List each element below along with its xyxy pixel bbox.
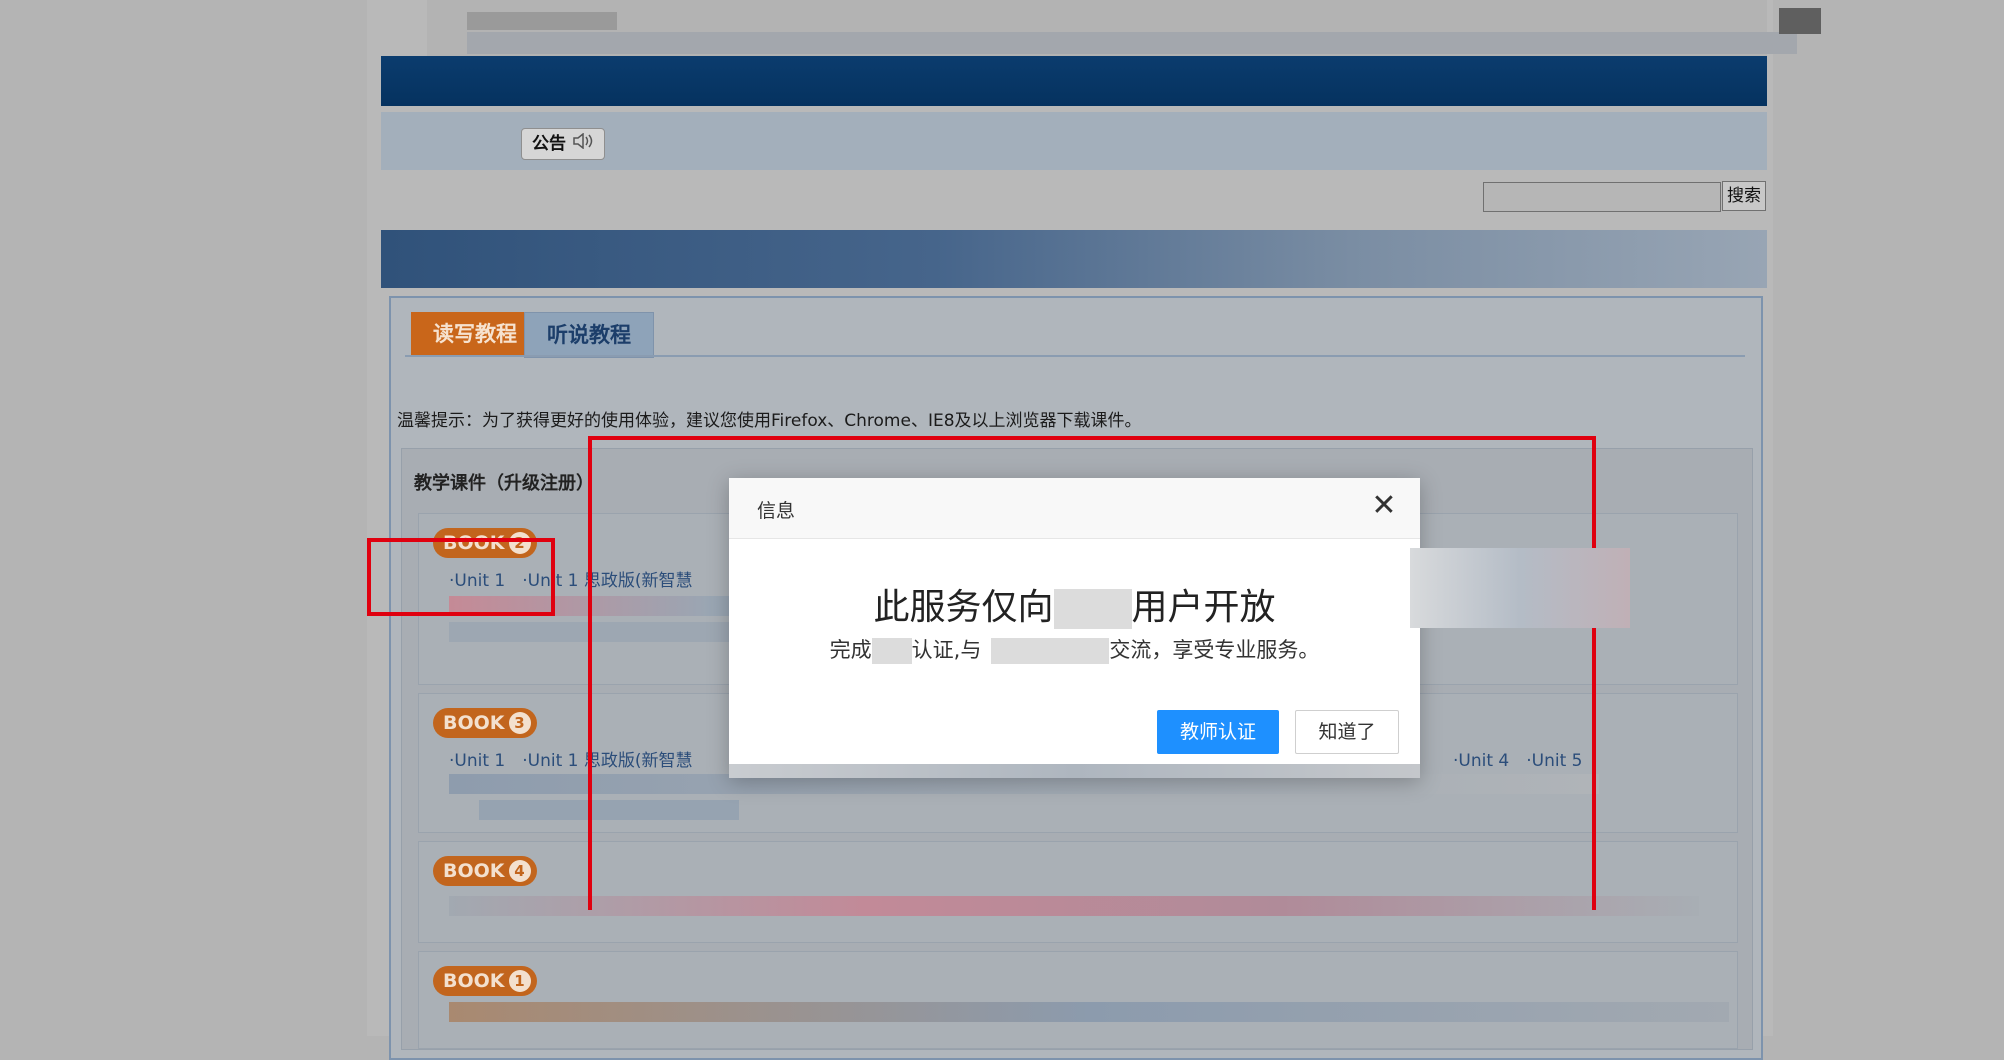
book-badge: BOOK 3 xyxy=(433,708,537,738)
tab-divider xyxy=(405,355,1745,357)
message-middle: 认证,与 xyxy=(911,638,982,662)
search-button[interactable]: 搜索 xyxy=(1722,181,1766,211)
panel-title: 教学课件（升级注册） xyxy=(414,473,594,494)
book-badge: BOOK 4 xyxy=(433,856,537,886)
message-suffix: 交流，享受专业服务。 xyxy=(1109,638,1320,662)
redacted-text xyxy=(991,638,1110,664)
speaker-icon xyxy=(572,129,594,159)
notice-button[interactable]: 公告 xyxy=(521,128,605,160)
redacted-text xyxy=(1053,589,1132,629)
site-banner xyxy=(381,56,1767,106)
heading-prefix: 此服务仅向 xyxy=(873,587,1054,628)
tab-reading-writing[interactable]: 读写教程 xyxy=(411,312,539,356)
browser-tip: 温馨提示：为了获得更好的使用体验，建议您使用Firefox、Chrome、IE8… xyxy=(397,411,1142,431)
dialog-title: 信息 xyxy=(757,500,796,522)
close-icon[interactable]: ✕ xyxy=(1370,491,1398,521)
notice-bar: 公告 xyxy=(381,112,1767,170)
got-it-button[interactable]: 知道了 xyxy=(1295,710,1399,754)
teacher-verify-button[interactable]: 教师认证 xyxy=(1157,710,1279,754)
highlight-box-small xyxy=(367,538,555,616)
book-number: 1 xyxy=(508,970,531,992)
pixelated-links xyxy=(449,1002,1729,1022)
book-label: BOOK xyxy=(443,712,505,734)
top-header-pixelated xyxy=(427,0,1821,56)
dialog-heading: 此服务仅向 用户开放 xyxy=(729,578,1420,630)
book-label: BOOK xyxy=(443,970,505,992)
dialog-header: 信息 ✕ xyxy=(729,478,1420,539)
book-badge: BOOK 1 xyxy=(433,966,537,996)
search-input[interactable] xyxy=(1483,182,1721,212)
book-label: BOOK xyxy=(443,860,505,882)
book-card: BOOK 1 xyxy=(418,951,1738,1049)
dialog-message: 完成 认证,与 交流，享受专业服务。 xyxy=(729,634,1420,664)
redacted-text xyxy=(871,638,912,664)
nav-bar-pixelated xyxy=(381,230,1767,288)
book-number: 4 xyxy=(508,860,531,882)
pixelated-overlap xyxy=(729,764,1420,778)
book-number: 3 xyxy=(508,712,531,734)
heading-suffix: 用户开放 xyxy=(1131,587,1276,628)
pixelated-overlap-right xyxy=(1410,548,1630,628)
notice-label: 公告 xyxy=(532,134,566,154)
message-prefix: 完成 xyxy=(829,638,872,662)
tab-listening-speaking[interactable]: 听说教程 xyxy=(524,312,654,358)
info-dialog: 信息 ✕ 此服务仅向 用户开放 完成 认证,与 交流，享受专业服务。 教师认证 知道了 xyxy=(729,478,1420,778)
